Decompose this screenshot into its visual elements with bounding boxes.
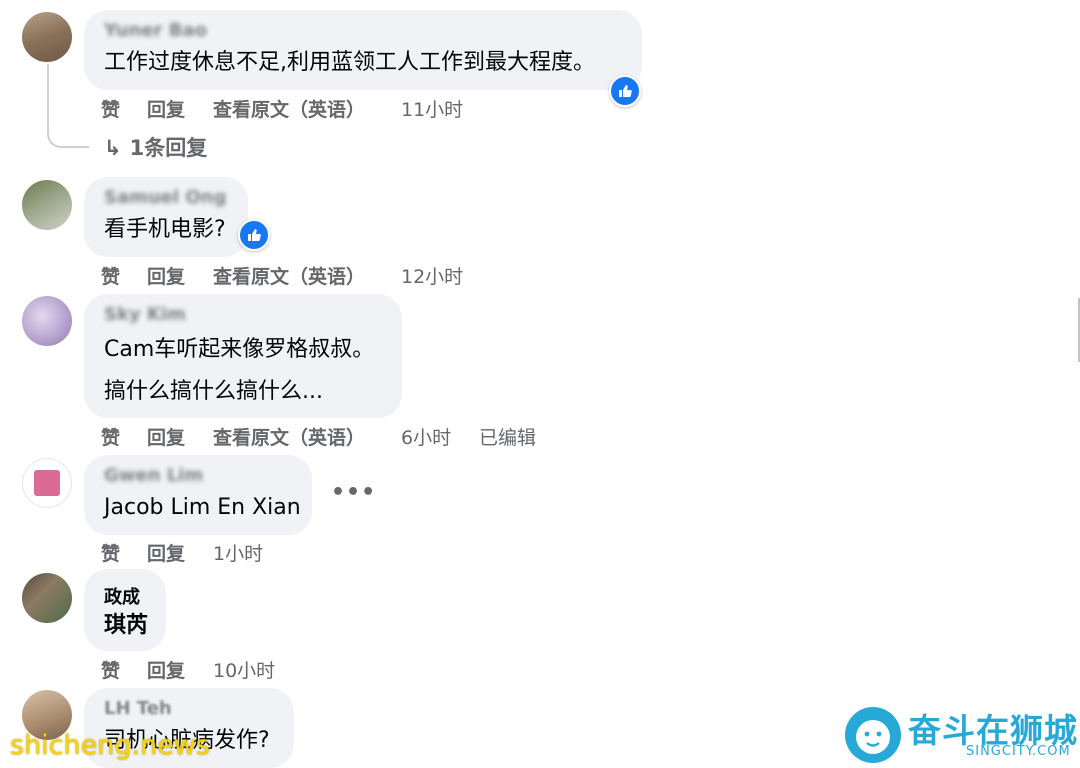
reply-link[interactable]: 回复 [147,423,185,450]
timestamp[interactable]: 11小时 [401,95,463,122]
see-original-link[interactable]: 查看原文（英语） [213,95,365,122]
comment-bubble: 政成 琪芮 [84,569,166,651]
comment-text: 琪芮 [104,613,149,638]
comment-text: 工作过度休息不足,利用蓝领工人工作到最大程度。 [104,50,595,75]
comment-text: Cam车听起来像罗格叔叔。 [104,337,375,362]
lion-logo-icon [845,707,901,763]
like-link[interactable]: 赞 [101,656,120,683]
like-link[interactable]: 赞 [101,95,120,122]
see-original-link[interactable]: 查看原文（英语） [213,423,365,450]
comment-bubble: Yuner Bao 工作过度休息不足,利用蓝领工人工作到最大程度。 [84,10,642,90]
avatar[interactable] [22,296,72,346]
like-link[interactable]: 赞 [101,539,120,566]
reply-link[interactable]: 回复 [147,656,185,683]
view-replies-link[interactable]: ↳ 1条回复 [104,132,207,162]
edited-label: 已编辑 [479,427,537,449]
comment-text: 搞什么搞什么搞什么... [104,379,323,404]
comment-actions: 赞 回复 10小时 [101,656,401,682]
like-reaction-icon[interactable] [238,219,270,251]
avatar-image [34,470,60,496]
reply-link[interactable]: 回复 [147,95,185,122]
avatar[interactable] [22,573,72,623]
see-original-link[interactable]: 查看原文（英语） [213,262,365,289]
comment-author[interactable]: Samuel Ong [104,187,226,208]
comment-actions: 赞 回复 1小时 [101,539,401,565]
like-link[interactable]: 赞 [101,423,120,450]
comment-bubble: Samuel Ong 看手机电影? [84,177,248,257]
avatar[interactable] [22,180,72,230]
comment-text: 看手机电影? [104,217,226,242]
more-options-icon[interactable]: ••• [331,480,376,505]
comment-actions: 赞 回复 查看原文（英语） 11小时 [101,95,521,121]
comment-author[interactable]: Sky Kim [104,304,186,325]
watermark-left: shicheng.news [10,730,210,761]
timestamp[interactable]: 12小时 [401,262,463,289]
reply-link[interactable]: 回复 [147,262,185,289]
comment-author[interactable]: 政成 [104,583,140,609]
comment-text: Jacob Lim En Xian [104,495,301,520]
comment-actions: 赞 回复 查看原文（英语） 12小时 [101,262,521,288]
like-link[interactable]: 赞 [101,262,120,289]
thread-line [47,64,89,148]
timestamp[interactable]: 10小时 [213,656,275,683]
comment-author[interactable]: Gwen Lim [104,465,203,486]
timestamp[interactable]: 1小时 [213,539,263,566]
like-reaction-icon[interactable] [609,75,641,107]
comment-actions: 赞 回复 查看原文（英语） 6小时 已编辑 [101,423,561,449]
comment-author[interactable]: LH Teh [104,698,172,719]
reply-arrow-icon: ↳ [104,136,122,160]
comment-author[interactable]: Yuner Bao [104,20,207,41]
comment-bubble: Sky Kim Cam车听起来像罗格叔叔。 搞什么搞什么搞什么... [84,294,402,418]
avatar[interactable] [22,458,72,508]
watermark-subtitle: SINGCITY.COM [966,744,1071,759]
avatar[interactable] [22,12,72,62]
replies-count: 1条回复 [129,136,208,160]
watermark-brand: 奋斗在狮城 SINGCITY.COM [842,702,1078,768]
comment-bubble: Gwen Lim Jacob Lim En Xian [84,455,312,535]
timestamp[interactable]: 6小时 [401,423,451,450]
reply-link[interactable]: 回复 [147,539,185,566]
